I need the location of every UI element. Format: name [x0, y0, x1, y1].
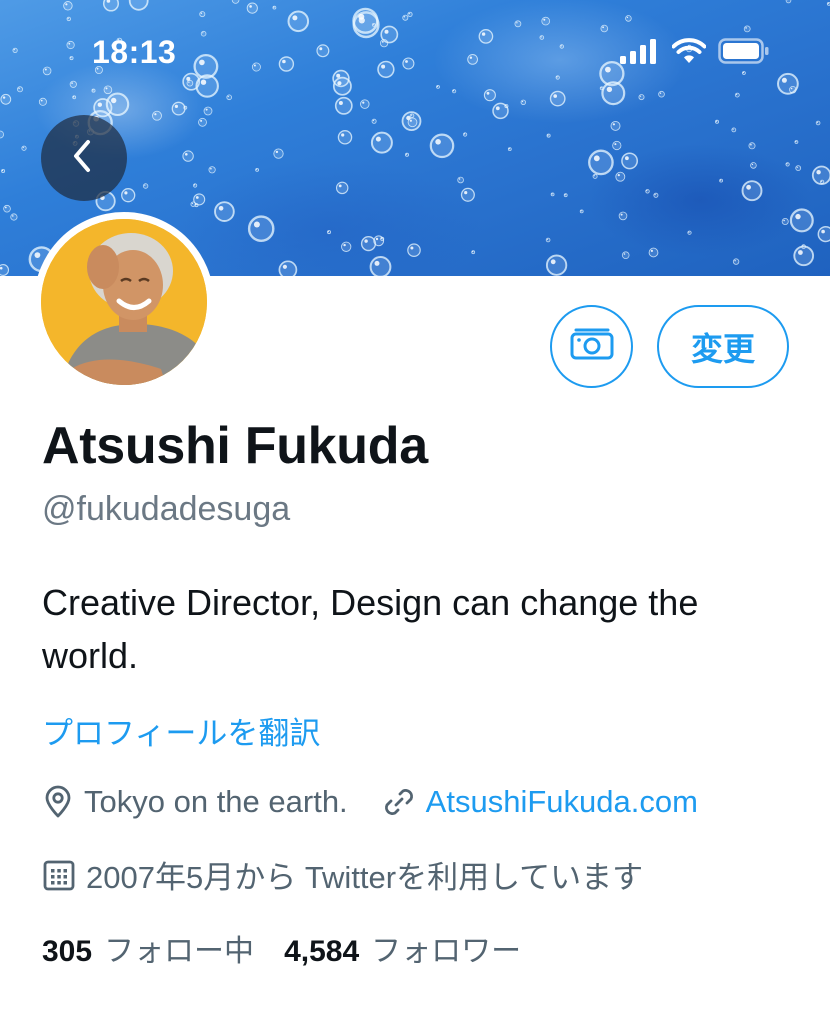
calendar-icon: [42, 858, 76, 892]
following-link[interactable]: 305 フォロー中: [42, 926, 254, 970]
followers-count: 4,584: [284, 935, 360, 968]
display-name: Atsushi Fukuda: [42, 417, 428, 475]
link-icon: [382, 785, 416, 819]
status-time: 18:13: [92, 34, 177, 70]
chevron-left-icon: [69, 138, 99, 179]
followers-link[interactable]: 4,584 フォロワー: [284, 926, 521, 970]
status-icons: [620, 38, 770, 69]
followers-label: フォロワー: [371, 935, 522, 968]
camera-button[interactable]: [550, 305, 633, 388]
edit-profile-button[interactable]: 変更: [657, 305, 789, 388]
user-handle: @fukudadesuga: [42, 490, 291, 528]
battery-icon: [718, 38, 770, 69]
location-pin-icon: [42, 785, 74, 819]
profile-screen: 18:13 変更 Atsushi Fukuda @fukudadesuga Cr…: [0, 0, 830, 1024]
joined-text: 2007年5月から Twitterを利用しています: [86, 860, 644, 895]
camera-icon: [570, 326, 614, 367]
following-count: 305: [42, 935, 93, 968]
website-link[interactable]: AtsushiFukuda.com: [426, 784, 698, 820]
following-label: フォロー中: [104, 935, 255, 968]
back-button[interactable]: [41, 115, 127, 201]
avatar[interactable]: [41, 219, 207, 385]
wifi-icon: [671, 38, 707, 69]
profile-bio: Creative Director, Design can change the…: [42, 582, 699, 676]
translate-profile-link[interactable]: プロフィールを翻訳: [42, 708, 320, 753]
joined-row: 2007年5月から Twitterを利用しています: [42, 852, 643, 897]
profile-meta-row: Tokyo on the earth. AtsushiFukuda.com: [42, 784, 698, 820]
website-group[interactable]: AtsushiFukuda.com: [382, 784, 698, 820]
location-text: Tokyo on the earth.: [84, 784, 348, 819]
follow-stats: 305 フォロー中 4,584 フォロワー: [42, 926, 521, 970]
signal-icon: [620, 38, 660, 69]
